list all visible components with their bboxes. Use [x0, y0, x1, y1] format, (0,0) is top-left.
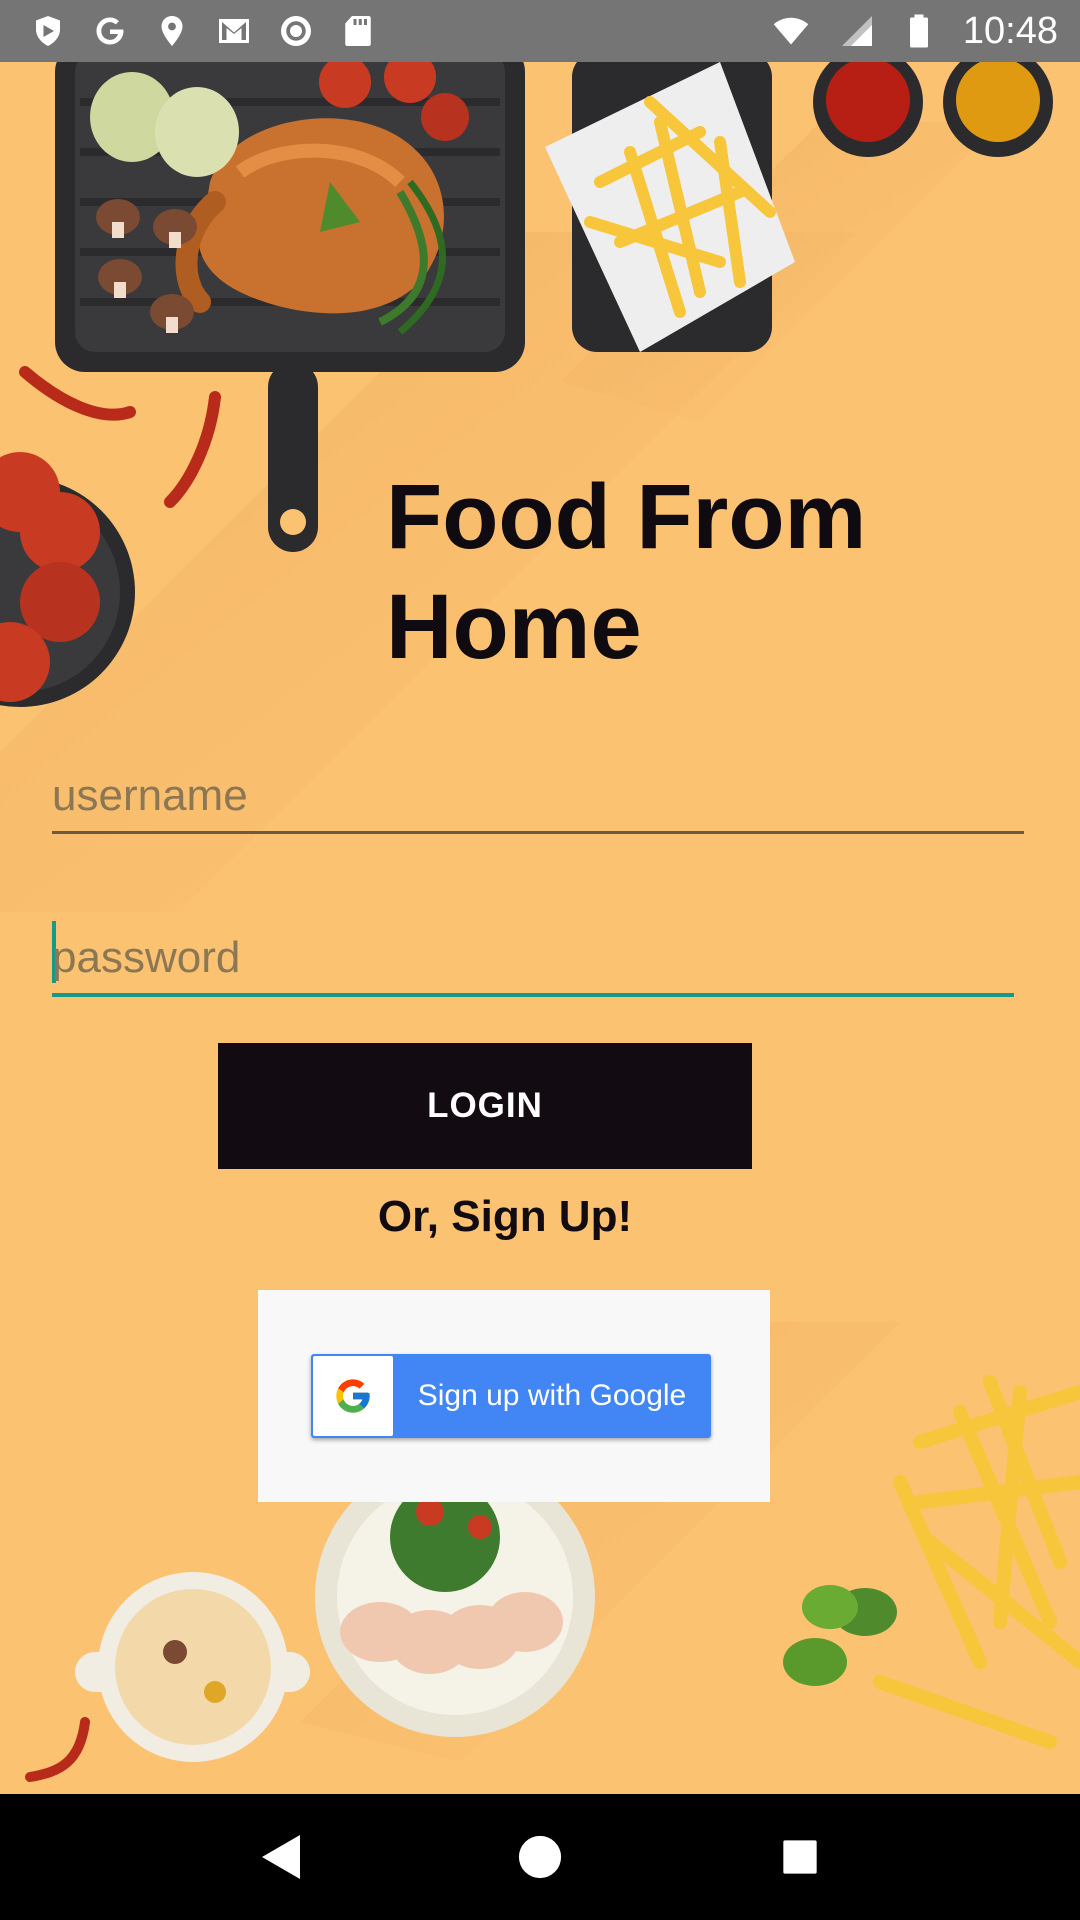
location-icon	[161, 16, 183, 46]
google-signup-card: Sign up with Google	[258, 1290, 770, 1502]
back-button[interactable]	[240, 1817, 320, 1897]
google-logo-icon	[313, 1356, 393, 1436]
status-right-icons: 10:48	[769, 10, 1058, 53]
google-signup-button[interactable]: Sign up with Google	[311, 1354, 711, 1438]
sd-card-icon	[345, 16, 371, 46]
password-field[interactable]: password	[52, 917, 1014, 997]
signal-icon	[841, 16, 872, 46]
status-left-icons	[30, 13, 376, 49]
navigation-bar	[0, 1794, 1080, 1920]
google-signup-label: Sign up with Google	[417, 1379, 687, 1412]
home-button[interactable]	[500, 1817, 580, 1897]
fries-tray-illustration	[545, 62, 795, 352]
gmail-icon	[219, 19, 249, 43]
google-g-icon	[96, 17, 124, 45]
status-bar: 10:48	[0, 0, 1080, 62]
recents-icon	[783, 1840, 817, 1874]
username-placeholder: username	[52, 771, 248, 820]
home-icon	[518, 1835, 562, 1879]
battery-icon	[909, 14, 928, 48]
shield-icon	[36, 16, 60, 46]
record-icon	[281, 16, 311, 46]
password-placeholder: password	[52, 933, 241, 982]
back-icon	[262, 1835, 300, 1879]
app-title: Food From Home	[386, 466, 867, 678]
username-field[interactable]: username	[52, 754, 1024, 834]
login-button[interactable]: LOGIN	[218, 1043, 752, 1169]
status-time: 10:48	[962, 9, 1058, 52]
wifi-icon	[773, 17, 809, 45]
recents-button[interactable]	[760, 1817, 840, 1897]
signup-prompt: Or, Sign Up!	[377, 1192, 633, 1241]
login-screen: Food From Home username password LOGIN O…	[0, 62, 1080, 1794]
